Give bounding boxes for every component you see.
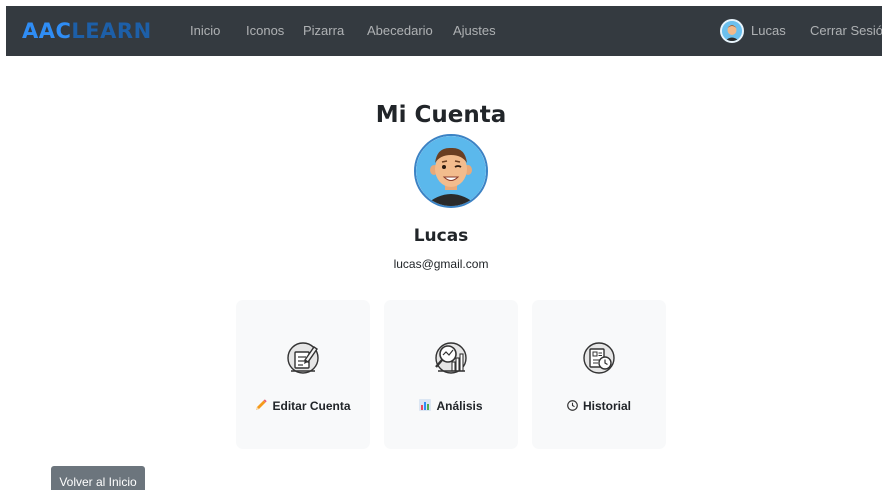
- nav-item-iconos[interactable]: Iconos: [246, 23, 284, 39]
- bar-chart-icon: [419, 399, 432, 411]
- nav-user-name[interactable]: Lucas: [751, 23, 786, 39]
- profile-name: Lucas: [413, 226, 469, 246]
- history-document-icon: [583, 342, 615, 374]
- brand-logo-part2: LEARN: [71, 19, 152, 43]
- user-avatar-icon: [722, 21, 742, 41]
- brand-logo[interactable]: AACLEARN: [22, 18, 152, 44]
- nav-user-avatar[interactable]: [720, 19, 744, 43]
- logout-link[interactable]: Cerrar Sesión: [810, 23, 882, 39]
- brand-logo-part1: AAC: [22, 19, 72, 43]
- back-home-button[interactable]: Volver al Inicio: [51, 466, 145, 490]
- analysis-magnifier-icon: [435, 342, 467, 374]
- profile-email: lucas@gmail.com: [393, 257, 489, 271]
- top-navbar: AACLEARN Inicio Iconos Pizarra Abecedari…: [6, 6, 882, 56]
- page-title: Mi Cuenta: [375, 102, 507, 128]
- pencil-icon: [256, 399, 268, 410]
- nav-item-inicio[interactable]: Inicio: [190, 23, 220, 39]
- profile-avatar: [414, 134, 488, 208]
- edit-account-card[interactable]: Editar Cuenta: [236, 300, 370, 449]
- analysis-label: Análisis: [384, 399, 518, 414]
- analysis-text: Análisis: [436, 399, 483, 413]
- history-text: Historial: [582, 399, 631, 413]
- nav-item-pizarra[interactable]: Pizarra: [303, 23, 344, 39]
- analysis-card[interactable]: Análisis: [384, 300, 518, 449]
- nav-item-abecedario[interactable]: Abecedario: [367, 23, 433, 39]
- history-label: Historial: [532, 399, 666, 414]
- edit-account-label: Editar Cuenta: [236, 399, 370, 414]
- user-avatar-icon: [416, 136, 486, 206]
- edit-account-text: Editar Cuenta: [272, 399, 351, 413]
- clock-icon: [567, 400, 578, 411]
- history-card[interactable]: Historial: [532, 300, 666, 449]
- nav-item-ajustes[interactable]: Ajustes: [453, 23, 496, 39]
- edit-document-icon: [287, 342, 319, 374]
